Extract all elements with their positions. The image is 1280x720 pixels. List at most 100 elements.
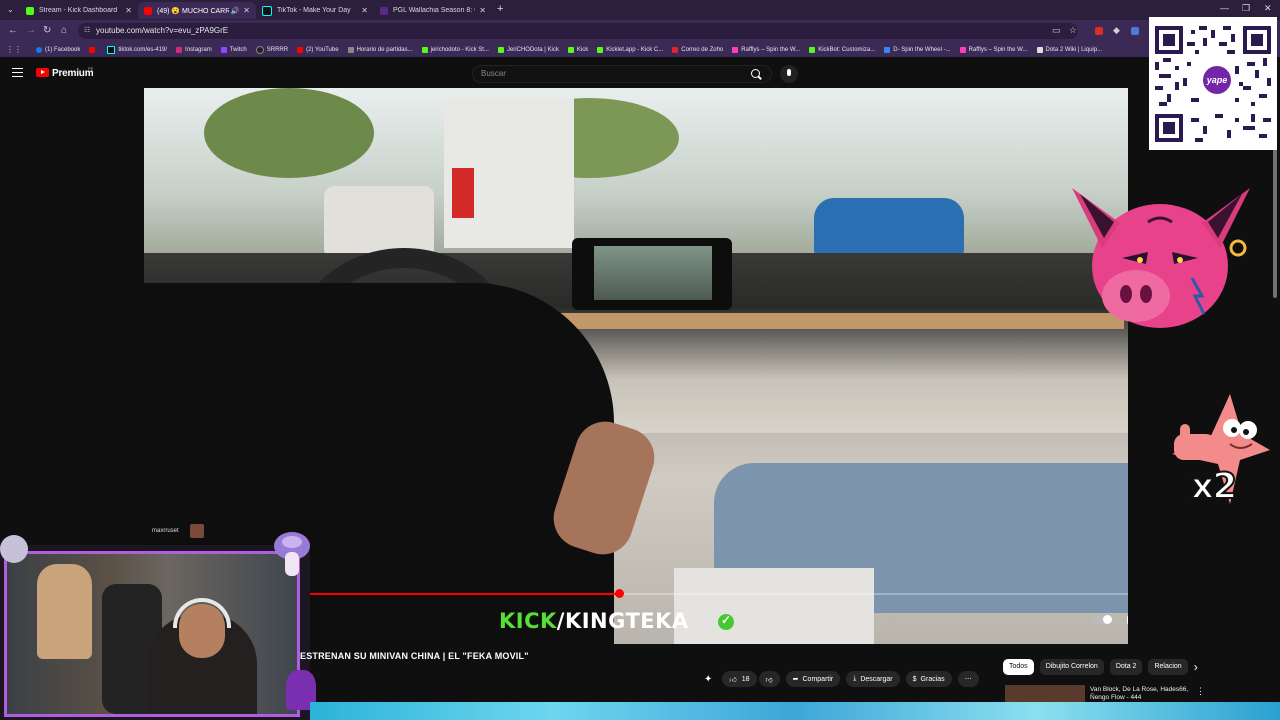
bookmark-item[interactable]: Rafflys – Spin the W... [959, 46, 1028, 53]
search-icon[interactable] [751, 69, 760, 78]
dislike-button[interactable]: 👎︎ [758, 671, 780, 687]
tab-pgl[interactable]: PGL Wallachia Season 8: Group ✕ [374, 2, 492, 19]
bookmark-item[interactable]: Horario de partidas... [347, 46, 413, 53]
bookmark-item[interactable]: Rafflys – Spin the W... [732, 46, 800, 53]
download-button[interactable]: ⤓ Descargar [846, 671, 900, 687]
bookmark-item[interactable]: Correo de Zoho [672, 46, 724, 53]
back-icon[interactable]: ← [8, 25, 18, 36]
bookmark-item[interactable]: (1) Facebook [36, 46, 80, 53]
tab-youtube-video[interactable]: (49) 😮 MUCHO CARRO PA... 🔊 ✕ [138, 2, 256, 19]
bookmark-item[interactable]: JeriCHODota | Kick [497, 46, 559, 53]
yape-logo: yape [1201, 64, 1233, 96]
home-icon[interactable]: ⌂ [61, 25, 67, 36]
new-tab-button[interactable]: + [497, 3, 503, 15]
forward-icon[interactable]: → [26, 25, 36, 36]
more-actions-icon[interactable]: ⋯ [957, 671, 979, 687]
scrubber-handle[interactable] [614, 589, 624, 598]
mushroom-decoration [274, 532, 310, 576]
recommended-title[interactable]: Van Block, De La Rose, Hades66, Ñengo Fl… [1090, 686, 1190, 703]
bookmark-item[interactable]: Twitch [220, 46, 247, 53]
reload-icon[interactable]: ↻ [43, 25, 51, 36]
bookmark-label: tiktok.com/es-419/ [118, 46, 168, 53]
sparkle-icon[interactable]: ✦ [704, 674, 712, 685]
overlay-bottom-band [310, 702, 1280, 720]
speaker-icon[interactable]: 🔊 [231, 7, 240, 15]
thanks-label: Gracias [920, 675, 945, 683]
bookmark-label: Twitch [229, 46, 247, 53]
statue-figure [37, 564, 92, 659]
cast-icon[interactable]: ▭ [1052, 25, 1061, 36]
chip-dibujito-correlon[interactable]: Dibujito Correlon [1039, 659, 1104, 675]
video-actions: ✦ 👍︎ 18 👎︎ ➦ Compartir ⤓ Descargar $ Gracias… [704, 671, 979, 687]
chip-relacion[interactable]: Relacion [1148, 659, 1188, 675]
like-button[interactable]: 👍︎ 18 [722, 671, 757, 687]
bookmark-item[interactable]: D- Spin the Wheel -... [884, 46, 951, 53]
close-icon[interactable]: ✕ [479, 6, 486, 15]
extension-icon[interactable] [1131, 27, 1139, 35]
bookmark-item[interactable]: Dota 2 Wiki | Liquip... [1036, 46, 1102, 53]
floor-bag [674, 568, 874, 644]
bookmark-item[interactable] [89, 46, 98, 53]
extension-icon[interactable] [1095, 27, 1103, 35]
bookmark-item[interactable]: jerichodoto - Kick St... [421, 46, 489, 53]
bookmark-label: Correo de Zoho [681, 46, 724, 53]
recommended-menu-icon[interactable]: ⋮ [1196, 686, 1205, 697]
tiktok-icon [107, 45, 116, 54]
bookmark-item[interactable]: Kicklet.app - Kick C... [597, 46, 663, 53]
youtube-icon [297, 46, 304, 53]
tab-kick-dashboard[interactable]: Stream - Kick Dashboard ✕ [20, 2, 138, 19]
autoplay-toggle[interactable] [1094, 615, 1112, 624]
related-chips: Todos Dibujito Correlon Dota 2 Relacion … [1003, 659, 1198, 675]
tab-search-icon[interactable]: ⌄ [7, 5, 14, 14]
thanks-button[interactable]: $ Gracias [905, 671, 952, 687]
bookmark-star-icon[interactable]: ☆ [1069, 25, 1077, 36]
bookmark-label: Kick [576, 46, 589, 53]
bookmarks-bar: ⋮⋮ (1) Facebook tiktok.com/es-419/ Insta… [0, 42, 1280, 57]
search-placeholder: Buscar [481, 69, 506, 78]
bookmark-label: Instagram [185, 46, 212, 53]
kickbot-icon [809, 46, 816, 53]
bookmark-item[interactable]: Instagram [176, 46, 212, 53]
share-button[interactable]: ➦ Compartir [785, 671, 841, 687]
kick-icon [421, 46, 428, 53]
page-icon [347, 46, 354, 53]
zoho-mail-icon [672, 46, 679, 53]
like-count: 18 [741, 675, 750, 683]
chevron-right-icon[interactable]: › [1194, 659, 1198, 675]
bookmark-label: KickBot: Customiza... [818, 46, 876, 53]
youtube-logo-icon[interactable] [36, 68, 49, 77]
tab-title: Stream - Kick Dashboard [39, 7, 118, 14]
search-input[interactable]: Buscar [472, 65, 772, 83]
bookmark-item[interactable]: KickBot: Customiza... [809, 46, 876, 53]
instagram-icon [176, 46, 183, 53]
chat-avatar [190, 524, 204, 538]
menu-icon[interactable] [12, 68, 23, 77]
tab-tiktok[interactable]: TikTok - Make Your Day ✕ [256, 2, 374, 19]
chip-dota-2[interactable]: Dota 2 [1109, 659, 1143, 675]
apps-icon[interactable]: ⋮⋮ [6, 45, 22, 54]
extension-icon[interactable]: ◆ [1113, 25, 1120, 36]
streamer-webcam [0, 545, 310, 720]
close-icon[interactable]: ✕ [125, 6, 132, 15]
bookmark-item[interactable]: tiktok.com/es-419/ [107, 45, 168, 54]
bookmark-item[interactable]: Kick [567, 46, 589, 53]
url-field[interactable]: ☷ youtube.com/watch?v=evu_zPA9GrE [78, 23, 1078, 39]
bookmark-item[interactable]: (2) YouTube [297, 46, 339, 53]
restore-icon[interactable]: ❐ [1242, 3, 1250, 14]
close-icon[interactable]: ✕ [243, 6, 250, 15]
mascot-decoration [0, 535, 28, 563]
voice-search-icon[interactable] [780, 65, 798, 83]
site-info-icon[interactable]: ☷ [84, 23, 90, 39]
subtitles-icon[interactable] [1126, 614, 1128, 626]
tab-title: TikTok - Make Your Day [277, 7, 351, 14]
liquipedia-icon [1036, 46, 1043, 53]
wood-trim [524, 313, 1124, 329]
bookmark-item[interactable]: SRRRR [255, 45, 288, 54]
red-pump [452, 168, 474, 218]
bookmark-label: Horario de partidas... [356, 46, 413, 53]
thumbs-down-icon: 👎︎ [765, 676, 773, 684]
minimize-icon[interactable]: — [1220, 3, 1229, 13]
chip-todos[interactable]: Todos [1003, 659, 1034, 675]
close-window-icon[interactable]: ✕ [1264, 3, 1272, 14]
close-icon[interactable]: ✕ [361, 6, 368, 15]
